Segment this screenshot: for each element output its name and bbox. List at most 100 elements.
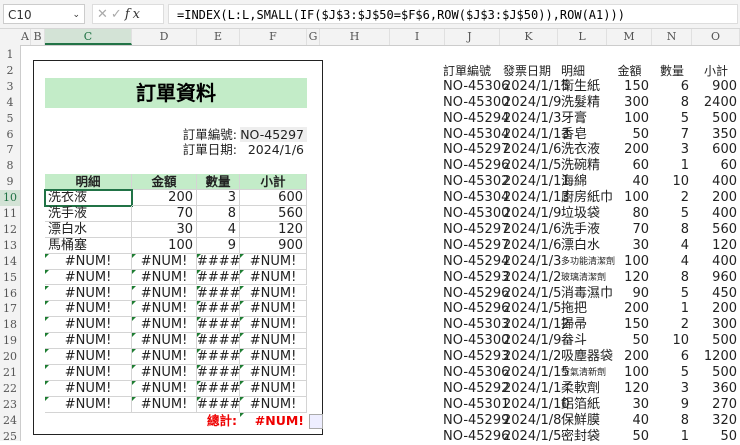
column-header-e[interactable]: E (197, 29, 240, 45)
source-cell[interactable]: 2024/1/9 (500, 206, 561, 222)
order-date-value[interactable]: 2024/1/6 (240, 142, 307, 158)
source-cell[interactable]: 300 (607, 95, 652, 111)
source-cell[interactable]: 2024/1/6 (500, 142, 561, 158)
source-cell[interactable]: 5 (652, 111, 692, 127)
source-header-1[interactable]: 發票日期 (500, 63, 558, 79)
source-cell[interactable]: 海綿 (558, 174, 607, 190)
source-cell[interactable]: 500 (692, 333, 740, 349)
source-cell[interactable]: 450 (692, 286, 740, 302)
source-cell[interactable]: 2024/1/9 (500, 95, 561, 111)
item-cell[interactable]: 3 (197, 190, 240, 206)
row-header-7[interactable]: 7 (0, 142, 20, 158)
item-cell[interactable]: #NUM! (240, 380, 307, 397)
row-header-15[interactable]: 15 (0, 270, 20, 286)
source-cell[interactable]: 10 (652, 333, 692, 349)
source-cell[interactable]: NO-45297 (440, 222, 509, 238)
source-cell[interactable]: 50 (692, 429, 740, 445)
item-cell[interactable]: #NUM! (132, 285, 197, 302)
source-cell[interactable]: NO-45306 (440, 79, 509, 95)
item-cell[interactable]: #NUM! (240, 365, 307, 381)
source-cell[interactable]: 畚斗 (558, 333, 607, 349)
row-header-9[interactable]: 9 (0, 174, 20, 190)
item-cell[interactable]: 洗手液 (45, 206, 132, 222)
source-cell[interactable]: 廚房紙巾 (558, 190, 613, 206)
source-cell[interactable]: 1200 (692, 349, 740, 365)
source-cell[interactable]: 150 (607, 79, 652, 95)
item-cell[interactable]: 120 (240, 221, 307, 238)
item-cell[interactable]: #### (197, 349, 241, 365)
source-cell[interactable]: 2024/1/15 (500, 79, 570, 95)
source-cell[interactable]: 50 (607, 127, 652, 143)
row-header-10[interactable]: 10 (0, 190, 20, 206)
column-header-j[interactable]: J (440, 29, 500, 45)
source-cell[interactable]: 空氣清新劑 (558, 365, 607, 381)
source-cell[interactable]: 3 (652, 381, 692, 397)
row-header-23[interactable]: 23 (0, 397, 20, 413)
item-cell[interactable]: #### (197, 269, 241, 286)
select-all-button[interactable] (0, 29, 20, 45)
source-cell[interactable]: NO-45293 (440, 270, 509, 286)
source-cell[interactable]: 洗髮精 (558, 95, 607, 111)
source-cell[interactable]: 2024/1/5 (500, 301, 561, 317)
item-cell[interactable]: #NUM! (132, 396, 197, 413)
source-cell[interactable]: 4 (652, 238, 692, 254)
source-cell[interactable]: 900 (692, 79, 740, 95)
source-cell[interactable]: 多功能清潔劑 (558, 254, 615, 270)
item-cell[interactable]: #### (197, 396, 241, 413)
source-cell[interactable]: NO-45302 (440, 174, 509, 190)
source-cell[interactable]: 3 (652, 142, 692, 158)
source-cell[interactable]: 320 (692, 413, 740, 429)
source-cell[interactable]: 500 (692, 111, 740, 127)
source-cell[interactable]: 消毒濕巾 (558, 286, 613, 302)
source-cell[interactable]: 120 (692, 238, 740, 254)
column-header-k[interactable]: K (500, 29, 558, 45)
order-date-label[interactable]: 訂單日期: (45, 142, 240, 158)
source-cell[interactable]: 2024/1/6 (500, 238, 561, 254)
source-cell[interactable]: 120 (607, 270, 652, 286)
source-cell[interactable]: 8 (652, 270, 692, 286)
item-cell[interactable]: 70 (132, 206, 197, 222)
item-cell[interactable]: #NUM! (240, 317, 307, 334)
source-cell[interactable]: 40 (607, 174, 652, 190)
source-cell[interactable]: NO-45296 (440, 429, 509, 445)
item-cell[interactable]: #### (197, 380, 241, 397)
source-cell[interactable]: NO-45304 (440, 127, 509, 143)
source-cell[interactable]: 洗衣液 (558, 142, 607, 158)
source-cell[interactable]: NO-45300 (440, 95, 509, 111)
column-header-n[interactable]: N (652, 29, 692, 45)
row-header-1[interactable]: 1 (0, 47, 20, 63)
item-cell[interactable]: #NUM! (132, 365, 197, 381)
source-cell[interactable]: 5 (652, 206, 692, 222)
source-cell[interactable]: 吸塵器袋 (558, 349, 613, 365)
row-header-19[interactable]: 19 (0, 333, 20, 349)
source-cell[interactable]: 50 (607, 429, 652, 445)
source-cell[interactable]: NO-45297 (440, 142, 509, 158)
item-cell[interactable]: #### (197, 301, 241, 318)
item-cell[interactable]: #### (197, 365, 241, 381)
source-cell[interactable]: 7 (652, 127, 692, 143)
source-cell[interactable]: 1 (652, 301, 692, 317)
item-cell[interactable]: #NUM! (45, 349, 132, 365)
item-cell[interactable]: 30 (132, 221, 197, 238)
row-header-13[interactable]: 13 (0, 238, 20, 254)
source-cell[interactable]: 2024/1/2 (500, 270, 561, 286)
source-cell[interactable]: 30 (607, 397, 652, 413)
source-cell[interactable]: 50 (607, 333, 652, 349)
source-cell[interactable]: NO-45300 (440, 333, 509, 349)
row-header-2[interactable]: 2 (0, 63, 20, 79)
row-header-21[interactable]: 21 (0, 365, 20, 381)
item-cell[interactable]: #### (197, 285, 241, 302)
row-header-4[interactable]: 4 (0, 95, 20, 111)
item-cell[interactable]: 馬桶塞 (45, 237, 132, 254)
item-cell[interactable]: #NUM! (240, 285, 307, 302)
source-cell[interactable]: 1 (652, 158, 692, 174)
item-cell[interactable]: #NUM! (132, 269, 197, 286)
row-header-11[interactable]: 11 (0, 206, 20, 222)
source-cell[interactable]: 垃圾袋 (558, 206, 607, 222)
source-cell[interactable]: NO-45294 (440, 254, 509, 270)
source-header-4[interactable]: 數量 (652, 63, 692, 79)
column-header-g[interactable]: G (307, 29, 320, 45)
source-cell[interactable]: 60 (607, 158, 652, 174)
row-header-20[interactable]: 20 (0, 349, 20, 365)
source-cell[interactable]: 8 (652, 95, 692, 111)
